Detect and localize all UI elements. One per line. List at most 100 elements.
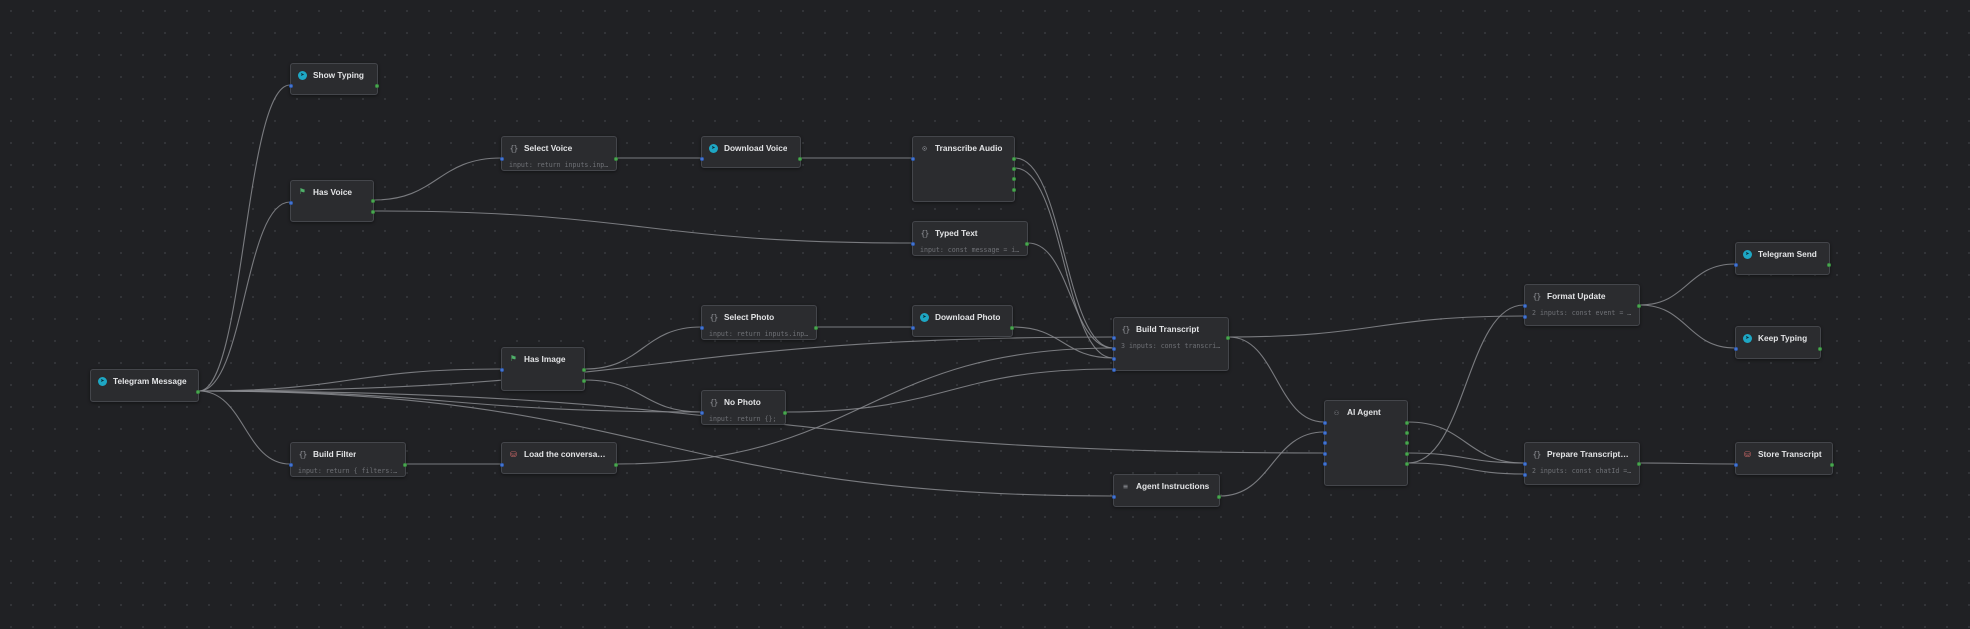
transcribe-audio-node[interactable]: ⊙ Transcribe Audio (911, 136, 1016, 202)
input-port[interactable] (700, 326, 704, 330)
input-port[interactable] (500, 368, 504, 372)
connection-telegram-message-to-show-typing[interactable] (198, 84, 291, 392)
build-filter-node[interactable]: {} Build Filter input: return { filters: … (289, 442, 407, 477)
store-transcript-node[interactable]: ⛁ Store Transcript (1734, 442, 1834, 475)
output-port[interactable] (371, 199, 375, 203)
build-transcript-node[interactable]: {} Build Transcript 3 inputs: const transc… (1112, 317, 1230, 372)
connection-has-voice-to-typed-text[interactable] (373, 210, 913, 244)
output-port[interactable] (403, 463, 407, 467)
input-port[interactable] (289, 201, 293, 205)
input-port[interactable] (1523, 462, 1527, 466)
output-port[interactable] (783, 411, 787, 415)
input-port[interactable] (1734, 347, 1738, 351)
output-port[interactable] (582, 368, 586, 372)
download-photo-node[interactable]: ➤ Download Photo (911, 305, 1014, 337)
output-port[interactable] (1012, 188, 1016, 192)
output-port[interactable] (196, 390, 200, 394)
connection-typed-text-to-build-transcript[interactable] (1027, 242, 1114, 349)
download-voice-node[interactable]: ➤ Download Voice (700, 136, 802, 168)
input-port[interactable] (1323, 441, 1327, 445)
connection-build-transcript-to-ai-agent[interactable] (1228, 336, 1325, 423)
telegram-message-node[interactable]: ➤ Telegram Message (90, 369, 200, 402)
input-port[interactable] (1523, 473, 1527, 477)
agent-instructions-node[interactable]: ≡ Agent Instructions (1112, 474, 1221, 507)
prepare-transcript-node[interactable]: {} Prepare Transcript… 2 inputs: const cha… (1523, 442, 1641, 485)
connection-telegram-message-to-build-transcript[interactable] (198, 336, 1114, 392)
output-port[interactable] (814, 326, 818, 330)
select-voice-node[interactable]: {} Select Voice input: return inputs.inpu… (500, 136, 618, 171)
input-port[interactable] (911, 326, 915, 330)
output-port[interactable] (1012, 177, 1016, 181)
show-typing-node[interactable]: ➤ Show Typing (289, 63, 379, 95)
connection-build-transcript-to-format-update[interactable] (1228, 315, 1525, 338)
output-port[interactable] (1025, 242, 1029, 246)
connection-agent-instructions-to-ai-agent[interactable] (1219, 431, 1325, 497)
has-voice-node[interactable]: ⚑ Has Voice (289, 180, 375, 222)
input-port[interactable] (911, 157, 915, 161)
input-port[interactable] (289, 84, 293, 88)
connection-ai-agent-to-prepare-transcript[interactable] (1407, 421, 1525, 464)
connection-telegram-message-to-no-photo[interactable] (198, 390, 702, 413)
output-port[interactable] (1012, 157, 1016, 161)
connection-ai-agent-to-format-update[interactable] (1407, 304, 1525, 464)
input-port[interactable] (1112, 336, 1116, 340)
format-update-node[interactable]: {} Format Update 2 inputs: const event = i… (1523, 284, 1641, 326)
telegram-send-node[interactable]: ➤ Telegram Send (1734, 242, 1831, 275)
typed-text-node[interactable]: {} Typed Text input: const message = in… (911, 221, 1029, 256)
input-port[interactable] (700, 411, 704, 415)
ai-agent-node[interactable]: ⚇ AI Agent (1323, 400, 1409, 486)
output-port[interactable] (1217, 495, 1221, 499)
input-port[interactable] (911, 242, 915, 246)
connection-telegram-message-to-has-image[interactable] (198, 368, 502, 392)
connection-has-voice-to-select-voice[interactable] (373, 157, 502, 201)
no-photo-node[interactable]: {} No Photo input: return {}; (700, 390, 787, 425)
input-port[interactable] (1112, 357, 1116, 361)
connection-ai-agent-to-prepare-transcript[interactable] (1407, 462, 1525, 475)
input-port[interactable] (289, 463, 293, 467)
connection-transcribe-audio-to-build-transcript[interactable] (1014, 157, 1114, 349)
workflow-canvas[interactable]: ➤ Telegram Message ➤ Show Typing ⚑ Has Voice {… (0, 0, 1970, 629)
output-port[interactable] (1405, 421, 1409, 425)
output-port[interactable] (1637, 304, 1641, 308)
output-port[interactable] (1405, 441, 1409, 445)
has-image-node[interactable]: ⚑ Has Image (500, 347, 586, 391)
connection-transcribe-audio-to-build-transcript[interactable] (1014, 167, 1114, 359)
output-port[interactable] (1405, 452, 1409, 456)
output-port[interactable] (582, 379, 586, 383)
input-port[interactable] (1323, 452, 1327, 456)
input-port[interactable] (1734, 263, 1738, 267)
input-port[interactable] (500, 157, 504, 161)
output-port[interactable] (1010, 326, 1014, 330)
output-port[interactable] (1226, 336, 1230, 340)
connection-has-image-to-select-photo[interactable] (584, 326, 702, 370)
connection-format-update-to-keep-typing[interactable] (1639, 304, 1736, 349)
select-photo-node[interactable]: {} Select Photo input: return inputs.inpu… (700, 305, 818, 340)
output-port[interactable] (1405, 431, 1409, 435)
output-port[interactable] (798, 157, 802, 161)
input-port[interactable] (1323, 462, 1327, 466)
connection-telegram-message-to-has-voice[interactable] (198, 201, 291, 392)
input-port[interactable] (1112, 347, 1116, 351)
input-port[interactable] (1323, 421, 1327, 425)
input-port[interactable] (1323, 431, 1327, 435)
input-port[interactable] (500, 463, 504, 467)
output-port[interactable] (1830, 463, 1834, 467)
output-port[interactable] (614, 157, 618, 161)
output-port[interactable] (1818, 347, 1822, 351)
keep-typing-node[interactable]: ➤ Keep Typing (1734, 326, 1822, 359)
input-port[interactable] (1523, 304, 1527, 308)
connection-prepare-transcript-to-store-transcript[interactable] (1639, 462, 1736, 465)
output-port[interactable] (614, 463, 618, 467)
connection-has-image-to-no-photo[interactable] (584, 379, 702, 413)
input-port[interactable] (1112, 495, 1116, 499)
input-port[interactable] (1734, 463, 1738, 467)
input-port[interactable] (1112, 368, 1116, 372)
input-port[interactable] (700, 157, 704, 161)
connection-no-photo-to-build-transcript[interactable] (785, 368, 1114, 413)
connection-format-update-to-telegram-send[interactable] (1639, 263, 1736, 306)
connection-telegram-message-to-build-filter[interactable] (198, 390, 291, 465)
output-port[interactable] (1827, 263, 1831, 267)
output-port[interactable] (1637, 462, 1641, 466)
input-port[interactable] (1523, 315, 1527, 319)
output-port[interactable] (1405, 462, 1409, 466)
